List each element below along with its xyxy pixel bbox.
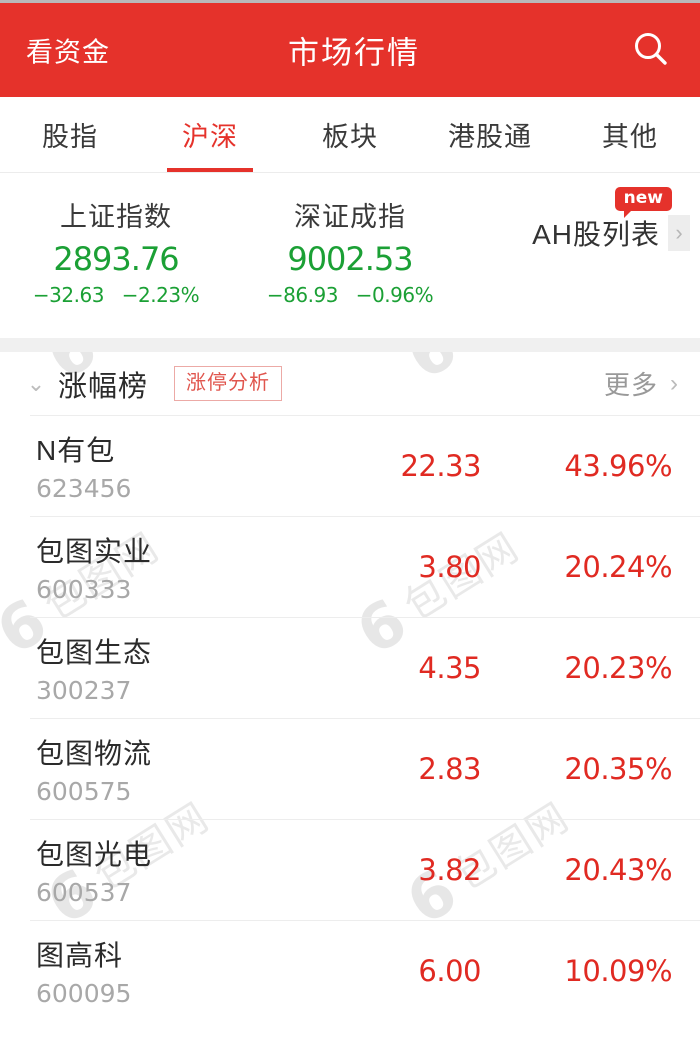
index-change-pct: −2.23%: [121, 283, 200, 307]
index-value: 9002.53: [287, 240, 413, 278]
stock-info: 包图物流 600575: [30, 732, 346, 806]
chevron-right-icon: ›: [668, 215, 690, 251]
section-divider: [0, 338, 700, 352]
stock-info: 包图生态 300237: [30, 631, 346, 705]
stock-change-pct: 20.43%: [564, 853, 672, 887]
index-change: −32.63: [32, 283, 105, 307]
stock-change-pct: 10.09%: [564, 954, 672, 988]
stock-info: 图高科 600095: [30, 934, 346, 1008]
stock-name: 包图实业: [36, 536, 153, 567]
stock-price: 2.83: [418, 752, 481, 786]
tab-qita[interactable]: 其他: [560, 97, 700, 172]
stock-code: 623456: [36, 474, 132, 503]
page-title: 市场行情: [288, 35, 420, 71]
stock-code: 600575: [36, 777, 132, 806]
stock-name: 图高科: [36, 940, 124, 971]
table-row[interactable]: 包图光电 600537 3.82 20.43%: [30, 819, 700, 920]
new-badge: new: [614, 187, 672, 218]
table-row[interactable]: 包图物流 600575 2.83 20.35%: [30, 718, 700, 819]
app-screen: 6 包图网 6 包图网 6 包图网 6 包图网 6 包图网 6 包图网 看资金 …: [0, 0, 700, 1053]
limit-up-analysis-button[interactable]: 涨停分析: [174, 366, 283, 401]
tab-ganggutong[interactable]: 港股通: [420, 97, 560, 172]
index-name: 上证指数: [60, 202, 172, 232]
index-card-shenzhen[interactable]: 深证成指 9002.53 −86.93 −0.96%: [250, 195, 450, 307]
stock-price: 6.00: [418, 954, 481, 988]
stock-price: 3.80: [418, 550, 481, 584]
ah-stock-list-entry[interactable]: new AH股列表 ›: [532, 187, 690, 253]
table-row[interactable]: 包图实业 600333 3.80 20.24%: [30, 516, 700, 617]
tab-hushen[interactable]: 沪深: [140, 97, 280, 172]
stock-price: 22.33: [400, 449, 481, 483]
index-change-row: −86.93 −0.96%: [250, 283, 450, 307]
stock-code: 600333: [36, 575, 132, 604]
stock-name: 包图物流: [36, 738, 153, 769]
ah-stock-list-label: AH股列表: [532, 219, 660, 250]
stock-name: 包图生态: [36, 637, 153, 668]
app-header: 看资金 市场行情: [0, 3, 700, 97]
search-icon: [635, 33, 667, 65]
index-summary-panel: 上证指数 2893.76 −32.63 −2.23% 深证成指 9002.53 …: [0, 173, 700, 338]
gainers-section-header: ⌄ 涨幅榜 涨停分析 更多 ›: [0, 352, 700, 415]
index-change-pct: −0.96%: [355, 283, 434, 307]
search-button[interactable]: [628, 27, 674, 73]
stock-change-pct: 20.24%: [564, 550, 672, 584]
table-row[interactable]: N有包 623456 22.33 43.96%: [30, 415, 700, 516]
index-value: 2893.76: [53, 240, 179, 278]
stock-code: 600537: [36, 878, 132, 907]
section-title: 涨幅榜: [58, 370, 149, 403]
table-row[interactable]: 包图生态 300237 4.35 20.23%: [30, 617, 700, 718]
market-tabs: 股指 沪深 板块 港股通 其他: [0, 97, 700, 173]
tab-guzhi[interactable]: 股指: [0, 97, 140, 172]
stock-price: 4.35: [418, 651, 481, 685]
index-change-row: −32.63 −2.23%: [16, 283, 216, 307]
index-name: 深证成指: [294, 202, 406, 232]
stock-change-pct: 20.35%: [564, 752, 672, 786]
stock-info: N有包 623456: [30, 429, 346, 503]
stock-change-pct: 43.96%: [564, 449, 672, 483]
stock-info: 包图光电 600537: [30, 833, 346, 907]
gainers-list: N有包 623456 22.33 43.96% 包图实业 600333 3.80…: [0, 415, 700, 1021]
stock-code: 300237: [36, 676, 132, 705]
chevron-down-icon[interactable]: ⌄: [26, 372, 46, 395]
index-change: −86.93: [266, 283, 339, 307]
table-row[interactable]: 图高科 600095 6.00 10.09%: [30, 920, 700, 1021]
chevron-right-icon: ›: [670, 369, 678, 397]
stock-price: 3.82: [418, 853, 481, 887]
stock-name: 包图光电: [36, 839, 153, 870]
stock-code: 600095: [36, 979, 132, 1008]
more-label: 更多: [603, 370, 658, 400]
index-card-shanghai[interactable]: 上证指数 2893.76 −32.63 −2.23%: [16, 195, 216, 307]
stock-name: N有包: [36, 435, 116, 466]
tab-bankuai[interactable]: 板块: [280, 97, 420, 172]
more-button[interactable]: 更多 ›: [604, 365, 678, 402]
stock-change-pct: 20.23%: [564, 651, 672, 685]
stock-info: 包图实业 600333: [30, 530, 346, 604]
